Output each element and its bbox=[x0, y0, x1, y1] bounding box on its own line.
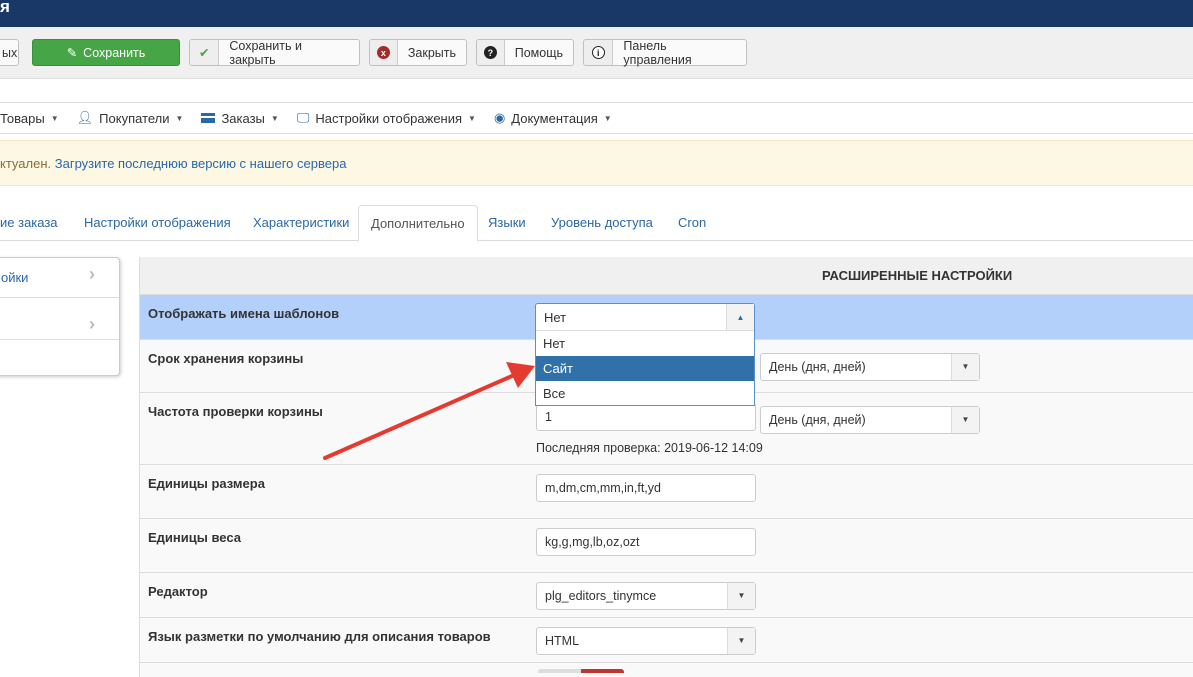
arrow-shaft bbox=[323, 374, 514, 460]
red-arrow-annotation bbox=[323, 362, 535, 460]
